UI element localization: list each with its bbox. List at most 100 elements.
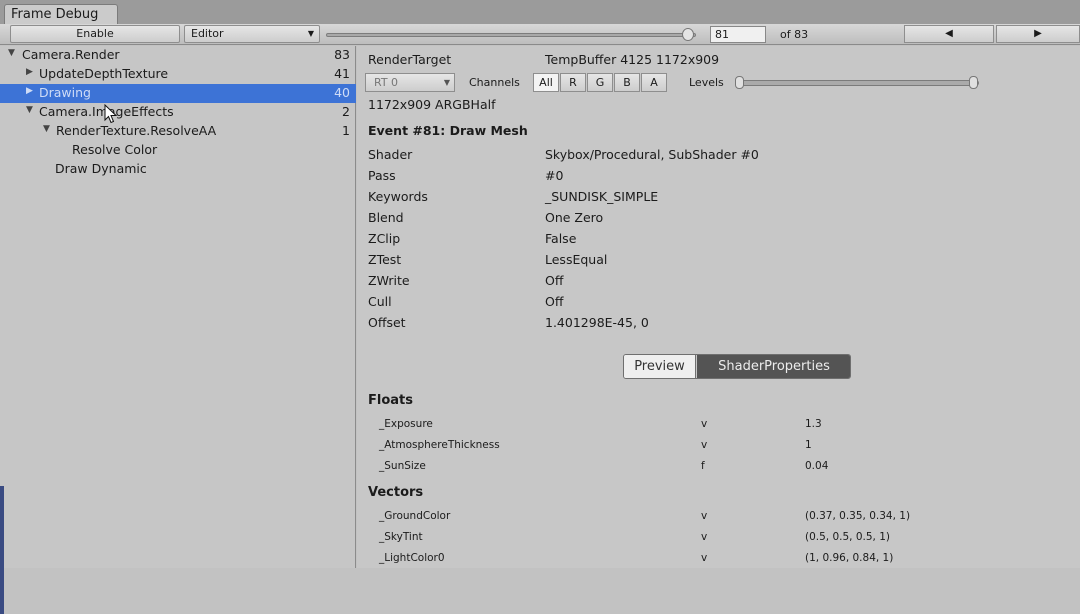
tree-item-label: UpdateDepthTexture <box>39 66 169 81</box>
event-title: Event #81: Draw Mesh <box>368 123 528 138</box>
tree-item-count: 40 <box>334 85 350 100</box>
tree-item-drawing[interactable]: ▶ Drawing 40 <box>0 84 356 103</box>
property-key: Blend <box>368 210 404 225</box>
shader-property-type: v <box>701 531 708 543</box>
shader-property-value: (1, 0.96, 0.84, 1) <box>805 552 894 564</box>
property-key: Shader <box>368 147 413 162</box>
shader-property-type: v <box>701 552 708 564</box>
next-event-button[interactable]: ▶ <box>996 25 1080 43</box>
shader-property-name: _AtmosphereThickness <box>379 439 500 451</box>
property-key: Cull <box>368 294 392 309</box>
channel-r-button[interactable]: R <box>560 73 586 92</box>
property-row: Blend One Zero <box>368 210 1068 230</box>
property-row: Keywords _SUNDISK_SIMPLE <box>368 189 1068 209</box>
shader-property-value: 1 <box>805 439 812 451</box>
shader-property-value: (0.5, 0.5, 0.5, 1) <box>805 531 890 543</box>
property-key: ZClip <box>368 231 401 246</box>
render-target-dropdown-value: RT 0 <box>374 76 399 89</box>
tab-shader-properties[interactable]: ShaderProperties <box>697 355 850 378</box>
details-tab-group: Preview ShaderProperties <box>623 354 851 379</box>
channel-bar: RT 0 ▼ Channels All R G B A Levels <box>365 73 995 92</box>
property-value: _SUNDISK_SIMPLE <box>545 189 659 204</box>
property-key: Keywords <box>368 189 428 204</box>
property-row: ZWrite Off <box>368 273 1068 293</box>
window-edge <box>0 486 4 614</box>
frame-slider-thumb[interactable] <box>682 28 694 41</box>
tree-item-count: 41 <box>334 66 350 81</box>
shader-property-name: _Exposure <box>379 418 433 430</box>
property-value: Off <box>545 294 564 309</box>
frame-slider[interactable] <box>326 33 696 37</box>
shader-property-type: v <box>701 510 708 522</box>
expanded-arrow-icon[interactable]: ▼ <box>8 48 15 58</box>
channel-all-button[interactable]: All <box>533 73 559 92</box>
target-dropdown[interactable]: Editor ▼ <box>184 25 320 43</box>
enable-button[interactable]: Enable <box>10 25 180 43</box>
shader-property-type: v <box>701 439 708 451</box>
vectors-section-title: Vectors <box>368 485 424 500</box>
tree-item-resolve-color[interactable]: Resolve Color <box>0 141 356 160</box>
property-key: Pass <box>368 168 396 183</box>
collapsed-arrow-icon[interactable]: ▶ <box>26 67 33 77</box>
levels-max-handle[interactable] <box>969 76 978 89</box>
tree-item-count: 83 <box>334 47 350 62</box>
tree-item-update-depth-texture[interactable]: ▶ UpdateDepthTexture 41 <box>0 65 356 84</box>
tab-preview[interactable]: Preview <box>624 355 696 378</box>
tree-item-label: Drawing <box>39 85 91 100</box>
toolbar: Enable Editor ▼ 81 of 83 ◀ ▶ <box>0 24 1080 45</box>
channel-a-button[interactable]: A <box>641 73 667 92</box>
shader-property-name: _GroundColor <box>379 510 451 522</box>
property-value: LessEqual <box>545 252 608 267</box>
property-row: ZTest LessEqual <box>368 252 1068 272</box>
shader-property-value: 0.04 <box>805 460 829 472</box>
shader-property-row: _LightColor0 v (1, 0.96, 0.84, 1) <box>379 552 1059 570</box>
mouse-cursor-icon <box>104 104 118 124</box>
shader-property-name: _SkyTint <box>379 531 423 543</box>
arrow-left-icon: ◀ <box>945 28 953 39</box>
property-value: Off <box>545 273 564 288</box>
expanded-arrow-icon[interactable]: ▼ <box>26 105 33 115</box>
texture-format: 1172x909 ARGBHalf <box>368 97 496 112</box>
previous-event-button[interactable]: ◀ <box>904 25 994 43</box>
tree-item-label: Draw Dynamic <box>55 161 147 176</box>
tree-item-label: RenderTexture.ResolveAA <box>56 123 217 138</box>
frame-number-input[interactable]: 81 <box>710 26 766 43</box>
shader-property-row: _Exposure v 1.3 <box>379 418 1059 436</box>
tree-item-camera-render[interactable]: ▼ Camera.Render 83 <box>0 46 356 65</box>
property-key: ZWrite <box>368 273 410 288</box>
expanded-arrow-icon[interactable]: ▼ <box>43 124 50 134</box>
channel-g-button[interactable]: G <box>587 73 613 92</box>
channel-b-button[interactable]: B <box>614 73 640 92</box>
render-target-value: TempBuffer 4125 1172x909 <box>545 52 720 67</box>
tree-item-label: Camera.Render <box>22 47 120 62</box>
property-value: One Zero <box>545 210 604 225</box>
target-dropdown-value: Editor <box>191 27 224 40</box>
property-row: ZClip False <box>368 231 1068 251</box>
tree-item-label: Resolve Color <box>72 142 158 157</box>
property-key: ZTest <box>368 252 402 267</box>
shader-property-value: 1.3 <box>805 418 822 430</box>
property-key: Offset <box>368 315 406 330</box>
property-row: Pass #0 <box>368 168 1068 188</box>
shader-property-value: (0.37, 0.35, 0.34, 1) <box>805 510 911 522</box>
dropdown-arrow-icon: ▼ <box>307 29 314 38</box>
tree-item-camera-image-effects[interactable]: ▼ Camera.ImageEffects 2 <box>0 103 356 122</box>
property-value: 1.401298E-45, 0 <box>545 315 649 330</box>
collapsed-arrow-icon[interactable]: ▶ <box>26 86 33 96</box>
event-hierarchy-tree: ▼ Camera.Render 83 ▶ UpdateDepthTexture … <box>0 46 356 614</box>
property-row: Shader Skybox/Procedural, SubShader #0 <box>368 147 1068 167</box>
property-value: False <box>545 231 577 246</box>
property-value: Skybox/Procedural, SubShader #0 <box>545 147 759 162</box>
tree-item-draw-dynamic[interactable]: Draw Dynamic <box>0 160 356 179</box>
shader-property-type: f <box>701 460 705 472</box>
levels-min-handle[interactable] <box>735 76 744 89</box>
property-value: #0 <box>545 168 564 183</box>
window-tab-frame-debug[interactable]: Frame Debug <box>4 4 118 25</box>
render-target-label: RenderTarget <box>368 52 452 67</box>
tree-item-resolve-aa[interactable]: ▼ RenderTexture.ResolveAA 1 <box>0 122 356 141</box>
shader-property-name: _LightColor0 <box>379 552 445 564</box>
render-target-dropdown[interactable]: RT 0 ▼ <box>365 73 455 92</box>
levels-slider[interactable] <box>737 80 979 86</box>
shader-property-name: _SunSize <box>379 460 426 472</box>
tree-item-count: 2 <box>342 104 350 119</box>
